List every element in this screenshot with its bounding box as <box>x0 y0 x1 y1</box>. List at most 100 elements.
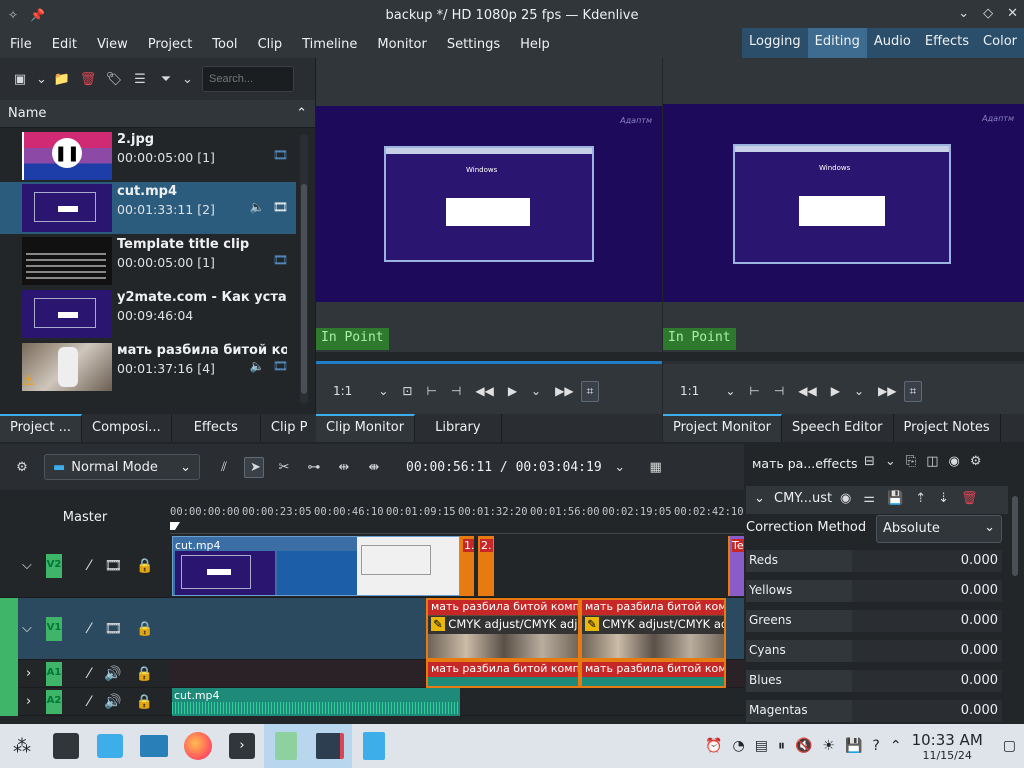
chevron-down-icon[interactable]: ⌄ <box>371 384 395 398</box>
tab-clip-monitor[interactable]: Clip Monitor <box>316 414 416 442</box>
chevron-down-icon[interactable]: ⌄ <box>885 454 896 469</box>
bin-clip-item[interactable]: ❚❚ 2.jpg 00:00:05:00 [1] 🎞 <box>0 130 296 182</box>
settings-icon[interactable]: ⚙ <box>970 454 982 469</box>
menu-tool[interactable]: Tool <box>202 37 247 52</box>
rewind-icon[interactable]: ◀◀ <box>468 384 500 398</box>
bin-search-input[interactable] <box>202 66 294 92</box>
effect-wand-icon[interactable]: ⁄ <box>88 558 90 574</box>
zoom-select[interactable]: 1:1 <box>326 384 359 398</box>
notifications-icon[interactable]: ⏰ <box>705 738 722 754</box>
collapse-icon[interactable]: ⌵ <box>22 621 32 636</box>
hide-track-icon[interactable]: 🎞 <box>104 621 122 637</box>
menu-project[interactable]: Project <box>138 37 202 52</box>
param-value[interactable]: 0.000 <box>961 583 998 598</box>
menu-monitor[interactable]: Monitor <box>367 37 436 52</box>
add-clip-icon[interactable]: ▣ <box>10 72 30 87</box>
delete-icon[interactable]: 🗑 <box>78 72 98 87</box>
forward-icon[interactable]: ▶▶ <box>871 384 903 398</box>
video-icon[interactable]: 🎞 <box>273 253 288 267</box>
green-app-icon[interactable] <box>264 724 308 768</box>
move-up-icon[interactable]: ⇡ <box>915 491 926 506</box>
media-player-icon[interactable]: ⏸ <box>778 738 785 754</box>
workspace-audio[interactable]: Audio <box>867 28 918 58</box>
eye-icon[interactable]: ◉ <box>949 454 960 469</box>
timeline-clip[interactable]: 2. <box>478 536 494 596</box>
video-icon[interactable]: 🎞 <box>273 359 288 373</box>
collapse-icon[interactable]: ⌵ <box>22 558 32 573</box>
playhead[interactable] <box>170 522 180 530</box>
menu-settings[interactable]: Settings <box>437 37 510 52</box>
lock-icon[interactable]: 🔒 <box>136 694 153 710</box>
system-settings-icon[interactable] <box>44 724 88 768</box>
menu-help[interactable]: Help <box>510 37 560 52</box>
param-slider-yellows[interactable]: Yellows 0.000 <box>746 580 1002 602</box>
set-out-icon[interactable]: ⊣ <box>444 384 468 398</box>
save-icon[interactable]: 💾 <box>887 491 903 506</box>
effect-header[interactable]: ⌄ CMY...ust ◉ ⚌ 💾 ⇡ ⇣ 🗑 <box>746 486 1008 514</box>
show-desktop-icon[interactable]: ▢ <box>1003 738 1016 754</box>
tab-project-bin[interactable]: Project ... <box>0 414 83 442</box>
timeline-clip[interactable]: Te <box>728 536 744 596</box>
bin-column-header[interactable]: Name ⌃ <box>0 100 315 128</box>
menu-view[interactable]: View <box>87 37 138 52</box>
crop-icon[interactable]: ⌗ <box>580 380 600 402</box>
workspace-editing[interactable]: Editing <box>807 28 867 58</box>
disks-icon[interactable]: 💾 <box>845 738 862 754</box>
rewind-icon[interactable]: ◀◀ <box>791 384 823 398</box>
track-header-v1[interactable]: ⌵ V1 ⁄ 🎞 🔒 <box>0 598 170 660</box>
clipboard-icon[interactable]: ▤ <box>755 738 768 754</box>
forward-icon[interactable]: ▶▶ <box>548 384 580 398</box>
minimize-button[interactable]: ⌄ <box>958 6 969 21</box>
param-value[interactable]: 0.000 <box>961 613 998 628</box>
chevron-down-icon[interactable]: ⌄ <box>847 384 871 398</box>
set-in-icon[interactable]: ⊢ <box>419 384 443 398</box>
effect-wand-icon[interactable]: ⁄ <box>88 694 90 710</box>
edit-mode-select[interactable]: ▬ Normal Mode ⌄ <box>44 454 200 480</box>
slip-tool-icon[interactable]: ⇹ <box>334 460 354 475</box>
chevron-down-icon[interactable]: ⌄ <box>718 384 742 398</box>
track-header-a2[interactable]: › A2 ⁄ 🔊 🔒 <box>0 688 170 716</box>
bin-clip-item[interactable]: y2mate.com - Как установи 00:09:46:04 <box>0 288 296 340</box>
selection-tool-icon[interactable]: ➤ <box>244 456 264 478</box>
bin-scrollbar[interactable] <box>300 134 308 404</box>
tab-compositions[interactable]: Composi... <box>82 414 172 442</box>
clock[interactable]: 10:33 AM 11/15/24 <box>912 731 983 762</box>
track-header-v2[interactable]: ⌵ V2 ⁄ 🎞 🔒 <box>0 534 170 598</box>
play-icon[interactable]: ▶ <box>824 384 847 398</box>
param-slider-blues[interactable]: Blues 0.000 <box>746 670 1002 692</box>
delete-icon[interactable]: 🗑 <box>961 491 978 506</box>
hide-track-icon[interactable]: 🎞 <box>104 558 122 574</box>
expand-icon[interactable]: › <box>26 666 31 681</box>
audio-icon[interactable]: 🔈 <box>250 359 265 373</box>
chevron-down-icon[interactable]: ⌄ <box>610 460 630 475</box>
tray-expand-icon[interactable]: ⌃ <box>890 738 902 754</box>
tab-project-monitor[interactable]: Project Monitor <box>663 414 783 442</box>
help-icon[interactable]: ? <box>872 738 879 754</box>
timeline-clip[interactable]: мать разбила битой компью ✎ CMYK adjust/… <box>580 598 726 660</box>
workspace-effects[interactable]: Effects <box>918 28 976 58</box>
app-launcher-icon[interactable]: ⁂ <box>0 724 44 768</box>
collapse-icon[interactable]: ⌄ <box>754 491 765 506</box>
param-value[interactable]: 0.000 <box>961 703 998 718</box>
file-manager-icon[interactable] <box>132 724 176 768</box>
video-icon[interactable]: 🎞 <box>273 148 288 162</box>
param-slider-magentas[interactable]: Magentas 0.000 <box>746 700 1002 722</box>
speaker-icon[interactable]: 🔊 <box>104 694 121 710</box>
tab-speech-editor[interactable]: Speech Editor <box>782 414 894 442</box>
keyframe-icon[interactable]: ⚌ <box>863 491 875 506</box>
bin-clip-item[interactable]: cut.mp4 00:01:33:11 [2] 🔈 🎞 <box>0 182 296 234</box>
save-stack-icon[interactable]: ⎘ <box>906 454 916 469</box>
monitor-overlay-icon[interactable]: ⊡ <box>395 384 419 398</box>
spacer-tool-icon[interactable]: ⫽ <box>214 460 234 475</box>
timeline-clip[interactable]: мать разбила битой компью <box>580 660 726 688</box>
tab-effects[interactable]: Effects <box>172 414 261 442</box>
document-icon[interactable] <box>352 724 396 768</box>
maximize-button[interactable]: ◇ <box>983 6 993 21</box>
kdenlive-icon[interactable] <box>308 724 352 768</box>
param-value[interactable]: 0.000 <box>961 643 998 658</box>
tab-clip-properties[interactable]: Clip P <box>261 414 319 442</box>
timeline-clip[interactable]: мать разбила битой компью <box>426 660 580 688</box>
bin-clip-item[interactable]: Template title clip 00:00:05:00 [1] 🎞 <box>0 235 296 287</box>
compare-icon[interactable]: ⊟ <box>864 454 875 469</box>
effect-wand-icon[interactable]: ⁄ <box>88 666 90 682</box>
